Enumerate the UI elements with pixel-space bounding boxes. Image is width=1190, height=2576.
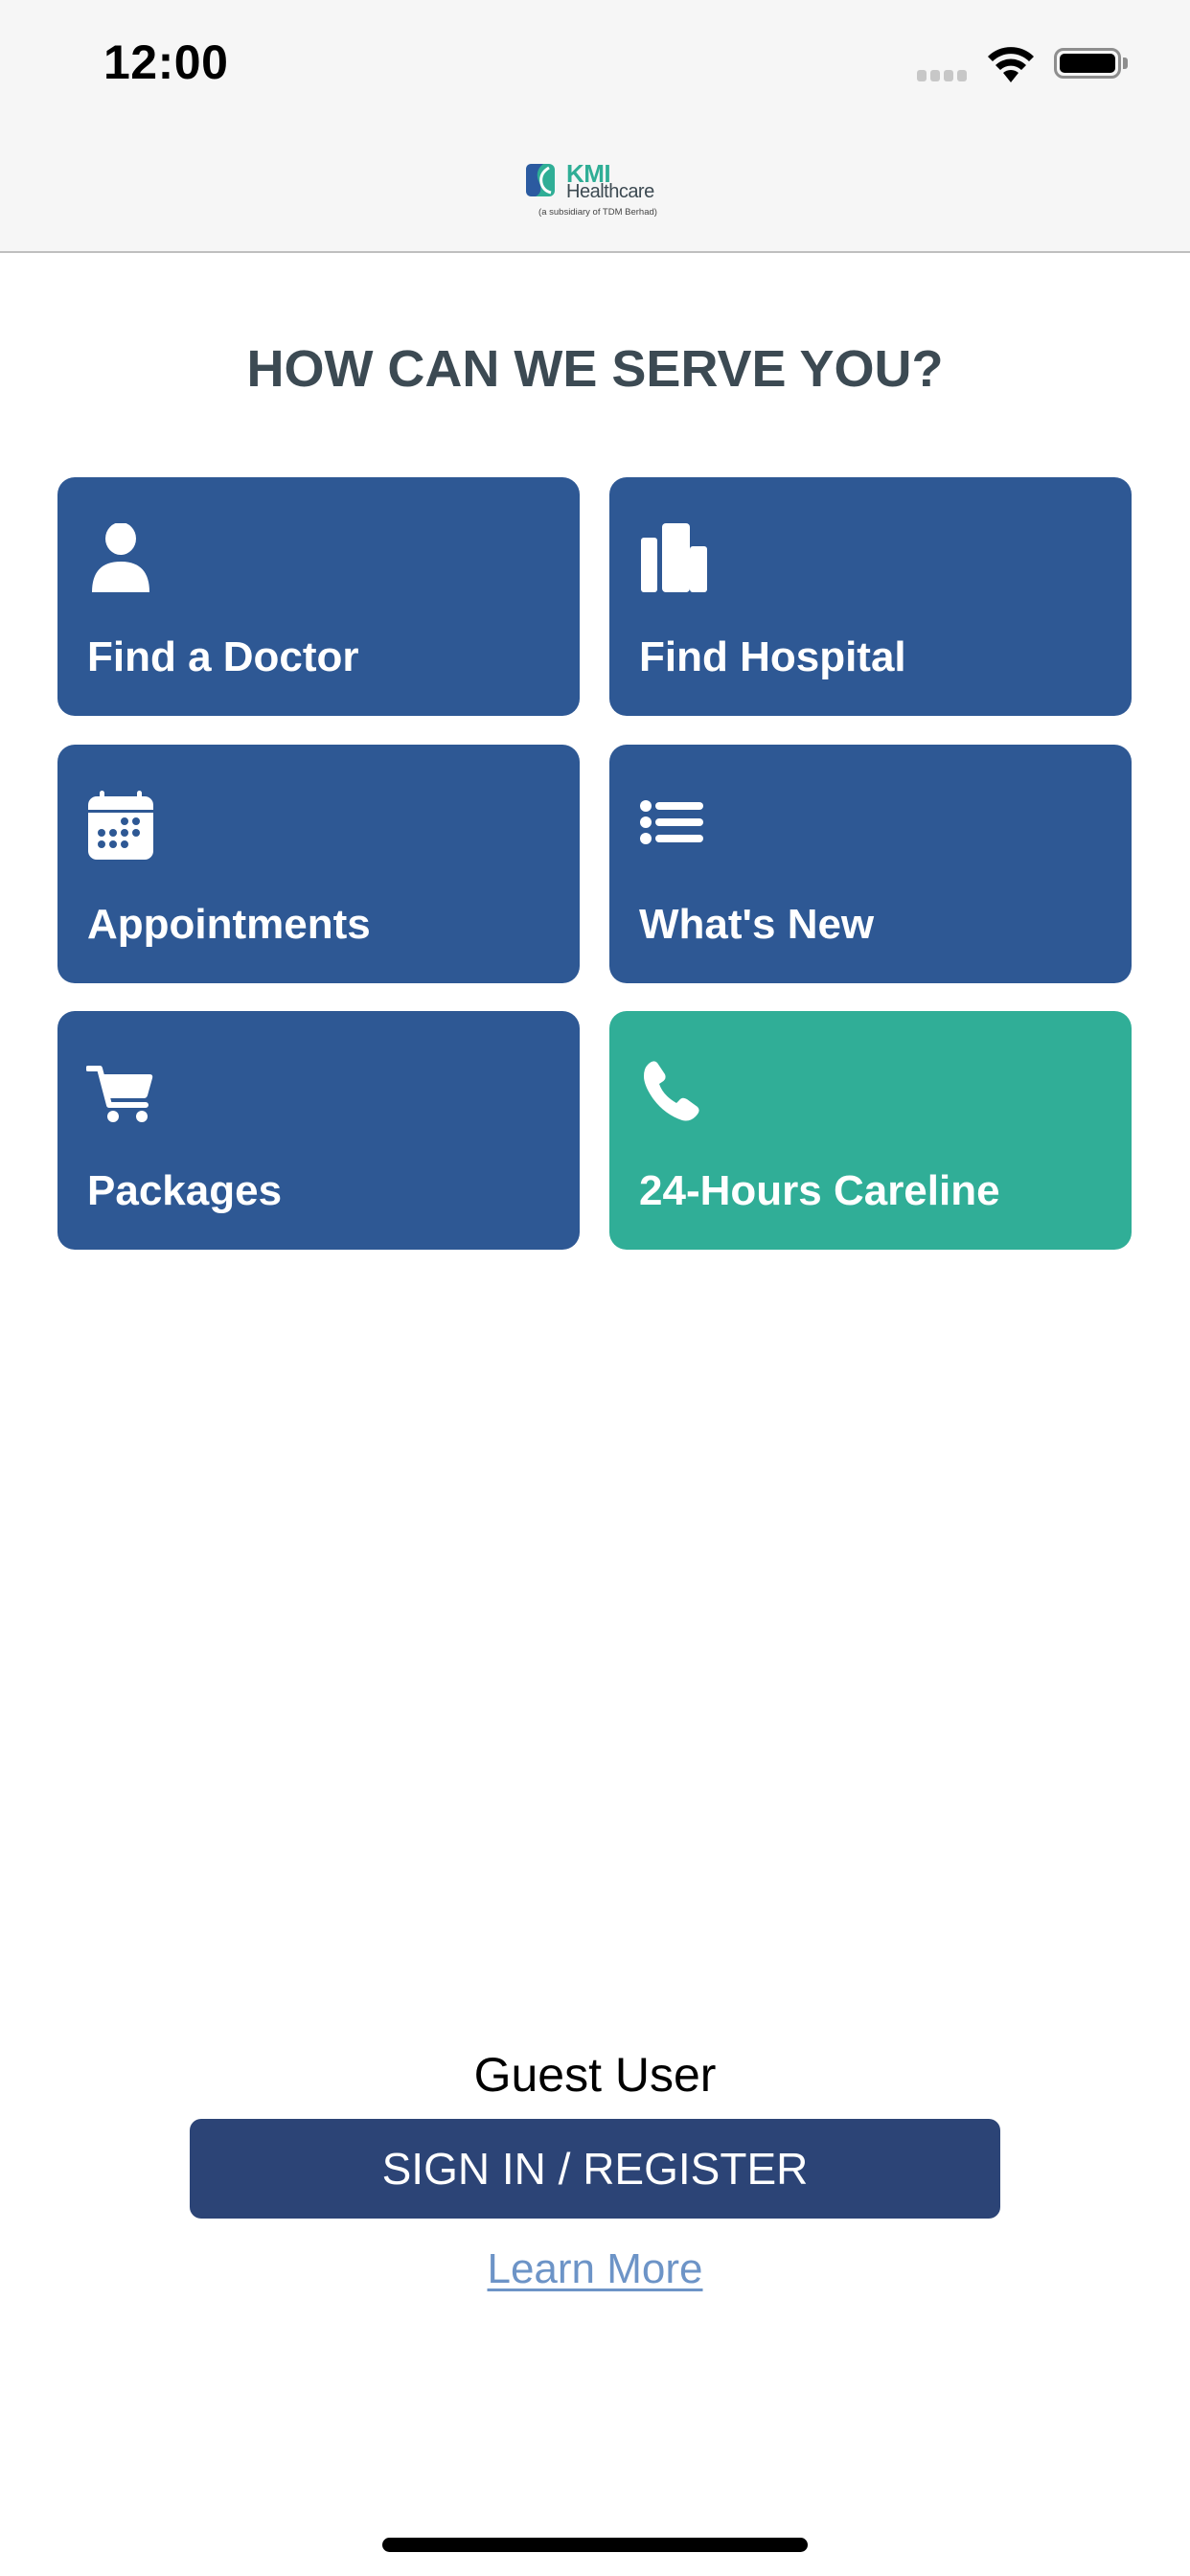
learn-more-container: Learn More — [0, 2245, 1190, 2293]
tile-label: Find Hospital — [639, 633, 906, 680]
tile-24-hours-careline[interactable]: 24-Hours Careline — [609, 1011, 1132, 1250]
tile-packages[interactable]: Packages — [57, 1011, 580, 1250]
tile-label: What's New — [639, 901, 875, 948]
person-icon — [86, 523, 155, 592]
tile-whats-new[interactable]: What's New — [609, 745, 1132, 983]
home-indicator[interactable] — [382, 2538, 808, 2552]
tile-label: Find a Doctor — [87, 633, 359, 680]
logo-mark-icon — [526, 164, 555, 196]
tile-label: 24-Hours Careline — [639, 1167, 1000, 1214]
app-header: 12:00 KMI Healthcare (a subsidiary of TD… — [0, 0, 1190, 253]
phone-icon — [638, 1057, 707, 1126]
status-time: 12:00 — [103, 35, 229, 89]
calendar-icon — [86, 791, 155, 860]
kmi-healthcare-logo: KMI Healthcare (a subsidiary of TDM Berh… — [526, 159, 670, 222]
logo-subtitle: (a subsidiary of TDM Berhad) — [538, 207, 657, 218]
tile-find-hospital[interactable]: Find Hospital — [609, 477, 1132, 716]
sign-in-register-button[interactable]: SIGN IN / REGISTER — [190, 2119, 1000, 2219]
building-icon — [638, 523, 707, 592]
battery-nub — [1123, 58, 1128, 69]
wifi-icon — [985, 44, 1037, 82]
cart-icon — [86, 1057, 155, 1126]
cellular-signal-icon — [917, 70, 967, 81]
tile-label: Appointments — [87, 901, 371, 948]
list-icon — [638, 791, 707, 860]
guest-user-label: Guest User — [473, 2048, 717, 2102]
tile-label: Packages — [87, 1167, 283, 1214]
tile-appointments[interactable]: Appointments — [57, 745, 580, 983]
logo-name: Healthcare — [566, 181, 654, 202]
battery-icon — [1054, 48, 1121, 79]
page-title: HOW CAN WE SERVE YOU? — [246, 340, 944, 398]
learn-more-link[interactable]: Learn More — [487, 2245, 702, 2292]
tile-find-a-doctor[interactable]: Find a Doctor — [57, 477, 580, 716]
